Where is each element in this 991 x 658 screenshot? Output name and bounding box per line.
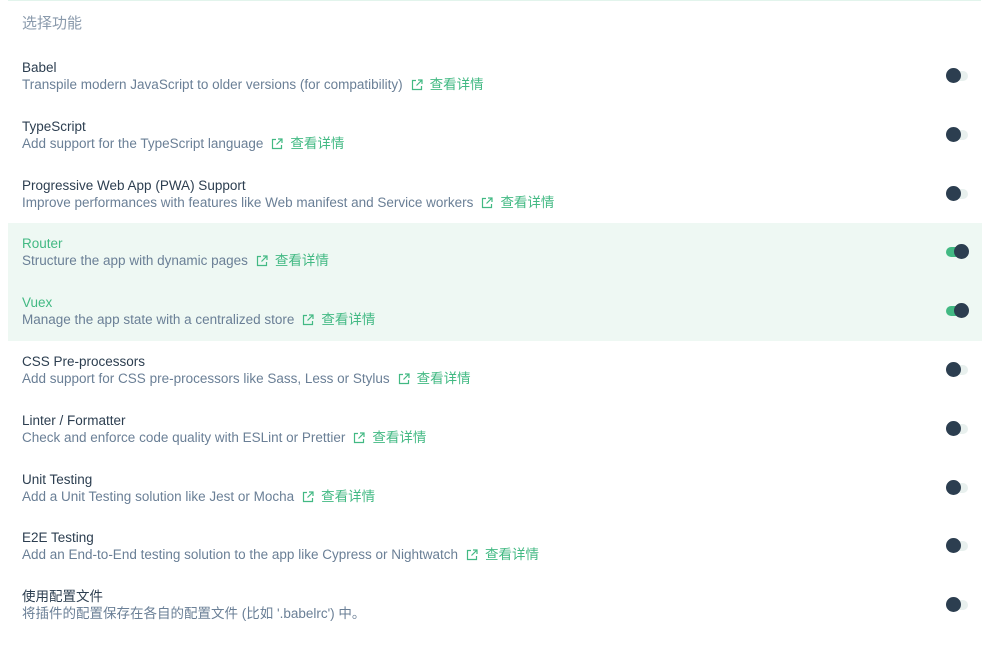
feature-description-text: Add an End-to-End testing solution to th… (22, 547, 458, 563)
feature-row-0[interactable]: Babel Transpile modern JavaScript to old… (8, 47, 982, 106)
feature-toggle[interactable] (946, 185, 968, 201)
feature-description: Manage the app state with a centralized … (22, 312, 375, 328)
more-info-link[interactable]: 查看详情 (485, 547, 539, 563)
feature-description: Add support for the TypeScript language … (22, 136, 344, 152)
toggle-knob (946, 479, 961, 495)
more-info-link[interactable]: 查看详情 (321, 312, 375, 328)
external-link-icon[interactable] (302, 314, 315, 326)
feature-row-5[interactable]: CSS Pre-processors Add support for CSS p… (8, 341, 982, 400)
toggle-knob (946, 538, 961, 554)
feature-toggle[interactable] (946, 303, 969, 319)
feature-description: Add a Unit Testing solution like Jest or… (22, 489, 375, 505)
feature-toggle[interactable] (946, 538, 968, 554)
feature-description: Improve performances with features like … (22, 195, 554, 211)
feature-row-4[interactable]: Vuex Manage the app state with a central… (8, 282, 982, 341)
toggle-knob (946, 126, 961, 142)
feature-name: Babel (22, 60, 57, 75)
feature-description: Add support for CSS pre-processors like … (22, 371, 471, 387)
feature-row-9[interactable]: 使用配置文件 将插件的配置保存在各自的配置文件 (比如 '.babelrc') … (8, 576, 982, 635)
feature-name: 使用配置文件 (22, 589, 103, 605)
feature-toggle[interactable] (946, 126, 968, 142)
external-link-icon[interactable] (256, 255, 268, 267)
external-link-icon[interactable] (481, 196, 494, 209)
more-info-link[interactable]: 查看详情 (275, 253, 329, 269)
feature-name: Progressive Web App (PWA) Support (22, 177, 246, 193)
feature-name: Unit Testing (22, 471, 93, 487)
feature-row-2[interactable]: Progressive Web App (PWA) Support Improv… (8, 165, 982, 224)
feature-list: Babel Transpile modern JavaScript to old… (8, 47, 982, 635)
feature-toggle[interactable] (946, 68, 968, 83)
external-link-icon[interactable] (398, 373, 410, 385)
feature-row-3[interactable]: Router Structure the app with dynamic pa… (8, 223, 982, 283)
external-link-icon[interactable] (466, 549, 478, 561)
feature-toggle[interactable] (946, 361, 968, 377)
feature-description-text: 将插件的配置保存在各自的配置文件 (比如 '.babelrc') 中。 (22, 606, 366, 622)
more-info-link[interactable]: 查看详情 (290, 136, 344, 152)
toggle-knob (946, 68, 961, 83)
feature-description-text: Structure the app with dynamic pages (22, 253, 248, 269)
toggle-knob (946, 361, 961, 377)
external-link-icon[interactable] (353, 432, 366, 444)
more-info-link[interactable]: 查看详情 (417, 371, 471, 387)
feature-selection-panel: 选择功能 Babel Transpile modern JavaScript t… (0, 0, 991, 658)
feature-name: E2E Testing (22, 530, 94, 546)
more-info-link[interactable]: 查看详情 (430, 77, 484, 93)
external-link-icon[interactable] (302, 490, 314, 503)
feature-toggle[interactable] (946, 597, 968, 613)
feature-row-8[interactable]: E2E Testing Add an End-to-End testing so… (8, 517, 982, 576)
feature-row-1[interactable]: TypeScript Add support for the TypeScrip… (8, 106, 982, 165)
feature-description-text: Manage the app state with a centralized … (22, 312, 295, 328)
feature-description: Structure the app with dynamic pages 查看详… (22, 253, 329, 269)
feature-description-text: Add a Unit Testing solution like Jest or… (22, 488, 295, 504)
feature-name: Linter / Formatter (22, 412, 126, 428)
more-info-link[interactable]: 查看详情 (500, 195, 554, 211)
feature-toggle[interactable] (946, 244, 969, 260)
feature-row-7[interactable]: Unit Testing Add a Unit Testing solution… (8, 459, 982, 518)
feature-description-text: Add support for CSS pre-processors like … (22, 370, 390, 386)
more-info-link[interactable]: 查看详情 (372, 430, 426, 446)
top-divider (8, 0, 981, 1)
feature-description-text: Transpile modern JavaScript to older ver… (22, 77, 403, 92)
feature-description-text: Improve performances with features like … (22, 194, 474, 210)
toggle-knob (954, 303, 969, 319)
more-info-link[interactable]: 查看详情 (321, 489, 375, 505)
feature-toggle[interactable] (946, 479, 968, 495)
toggle-knob (954, 244, 969, 260)
feature-description: 将插件的配置保存在各自的配置文件 (比如 '.babelrc') 中。 (22, 606, 365, 622)
feature-name: Vuex (22, 295, 53, 311)
external-link-icon[interactable] (411, 79, 423, 91)
section-title: 选择功能 (22, 15, 83, 32)
feature-description: Check and enforce code quality with ESLi… (22, 430, 426, 446)
feature-description: Add an End-to-End testing solution to th… (22, 547, 539, 563)
feature-name: CSS Pre-processors (22, 353, 146, 369)
feature-description-text: Check and enforce code quality with ESLi… (22, 429, 346, 445)
feature-row-6[interactable]: Linter / Formatter Check and enforce cod… (8, 400, 982, 459)
feature-name: Router (22, 236, 63, 252)
feature-description-text: Add support for the TypeScript language (22, 135, 264, 151)
external-link-icon[interactable] (271, 138, 284, 150)
toggle-knob (946, 185, 961, 201)
feature-toggle[interactable] (946, 420, 968, 436)
feature-description: Transpile modern JavaScript to older ver… (22, 77, 484, 93)
feature-name: TypeScript (22, 118, 86, 134)
toggle-knob (946, 420, 961, 436)
